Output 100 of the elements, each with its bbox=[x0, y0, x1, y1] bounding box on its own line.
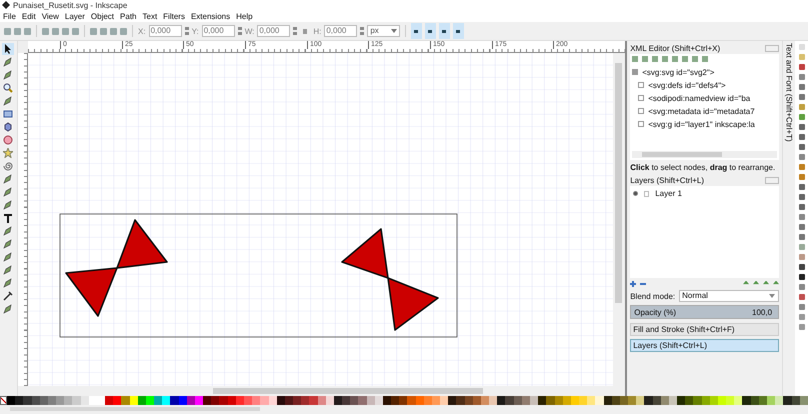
color-swatch[interactable] bbox=[342, 396, 350, 405]
dropper-icon[interactable] bbox=[2, 290, 14, 302]
menu-item[interactable]: Path bbox=[120, 12, 136, 20]
color-swatch[interactable] bbox=[587, 396, 596, 405]
color-swatch[interactable] bbox=[72, 396, 81, 405]
menu-item[interactable]: Help bbox=[236, 12, 253, 20]
snap-toggle-button[interactable] bbox=[452, 23, 464, 39]
panel-close-button[interactable] bbox=[765, 45, 780, 52]
side-tab[interactable]: Text and Font (Shift+Ctrl+T) bbox=[784, 41, 794, 142]
number-field[interactable]: 0,000 bbox=[324, 25, 358, 37]
number-field[interactable]: 0,000 bbox=[257, 25, 290, 37]
color-swatch[interactable] bbox=[219, 396, 228, 405]
color-swatch[interactable] bbox=[505, 396, 514, 405]
color-swatch[interactable] bbox=[7, 396, 16, 405]
color-swatch[interactable] bbox=[448, 396, 456, 405]
dock-tab[interactable]: Fill and Stroke (Shift+Ctrl+F) bbox=[630, 323, 780, 336]
color-swatch[interactable] bbox=[693, 396, 702, 405]
expander-icon[interactable] bbox=[638, 108, 644, 114]
color-swatch[interactable] bbox=[260, 396, 268, 405]
color-swatch[interactable] bbox=[358, 396, 367, 405]
spinner-icon[interactable] bbox=[360, 27, 364, 35]
circle-icon[interactable] bbox=[2, 134, 14, 146]
color-swatch[interactable] bbox=[742, 396, 751, 405]
color-swatch[interactable] bbox=[203, 396, 212, 405]
color-swatch[interactable] bbox=[546, 396, 555, 405]
snap-toggle-button[interactable] bbox=[410, 23, 422, 39]
color-swatch[interactable] bbox=[113, 396, 122, 405]
spiral-icon[interactable] bbox=[2, 160, 14, 172]
dock-tab[interactable]: Layers (Shift+Ctrl+L) bbox=[630, 339, 780, 352]
arrow-icon[interactable] bbox=[2, 43, 14, 55]
xml-node[interactable]: <svg:defs id="defs4"> bbox=[648, 80, 726, 90]
color-swatch[interactable] bbox=[579, 396, 588, 405]
expander-icon[interactable] bbox=[632, 69, 638, 75]
color-swatch[interactable] bbox=[56, 396, 64, 405]
cube-icon[interactable] bbox=[2, 121, 14, 133]
opacity-slider[interactable]: Opacity (%) 100,0 bbox=[630, 305, 780, 319]
number-field[interactable]: 0,000 bbox=[148, 25, 182, 37]
number-field[interactable]: 0,000 bbox=[202, 25, 235, 37]
xml-node[interactable]: <svg:svg id="svg2"> bbox=[642, 68, 714, 76]
color-swatch[interactable] bbox=[399, 396, 408, 405]
color-swatch[interactable] bbox=[677, 396, 686, 405]
snap-toggle-button[interactable] bbox=[438, 23, 450, 39]
xml-node[interactable]: <svg:metadata id="metadata7 bbox=[648, 106, 755, 116]
color-swatch[interactable] bbox=[775, 396, 784, 405]
menu-item[interactable]: Layer bbox=[64, 12, 85, 20]
color-swatch[interactable] bbox=[15, 396, 24, 405]
spinner-icon[interactable] bbox=[184, 27, 189, 35]
color-swatch[interactable] bbox=[105, 396, 114, 405]
unit-dropdown[interactable]: px bbox=[367, 25, 400, 37]
color-swatch[interactable] bbox=[595, 396, 604, 405]
expander-icon[interactable] bbox=[638, 82, 644, 88]
add-icon[interactable] bbox=[630, 280, 636, 286]
spinner-icon[interactable] bbox=[238, 27, 242, 35]
panel-close-button[interactable] bbox=[765, 177, 780, 184]
color-swatch[interactable] bbox=[407, 396, 416, 405]
color-swatch[interactable] bbox=[170, 396, 179, 405]
color-swatch[interactable] bbox=[350, 396, 358, 405]
color-swatch[interactable] bbox=[293, 396, 302, 405]
color-swatch[interactable] bbox=[530, 396, 538, 405]
color-swatch[interactable] bbox=[726, 396, 734, 405]
color-swatch[interactable] bbox=[211, 396, 220, 405]
menu-item[interactable]: Text bbox=[142, 12, 158, 20]
xml-node[interactable]: <sodipodi:namedview id="ba bbox=[648, 94, 750, 102]
expander-icon[interactable] bbox=[638, 121, 644, 127]
color-swatch[interactable] bbox=[628, 396, 636, 405]
xml-node[interactable]: <svg:g id="layer1" inkscape:la bbox=[648, 120, 755, 128]
color-swatch[interactable] bbox=[538, 396, 546, 405]
menu-item[interactable]: Object bbox=[90, 12, 114, 20]
menu-item[interactable]: Filters bbox=[163, 12, 185, 20]
text-tool-icon[interactable] bbox=[2, 212, 14, 224]
menu-item[interactable]: File bbox=[3, 12, 16, 20]
color-swatch[interactable] bbox=[301, 396, 310, 405]
visibility-icon[interactable] bbox=[633, 191, 638, 196]
rectangle-icon[interactable] bbox=[2, 108, 14, 120]
color-swatch[interactable] bbox=[497, 396, 506, 405]
horizontal-scrollbar[interactable] bbox=[632, 151, 778, 158]
snap-toggle-button[interactable] bbox=[424, 23, 436, 39]
color-swatch[interactable] bbox=[121, 396, 130, 405]
color-swatch[interactable] bbox=[636, 396, 644, 405]
color-swatch[interactable] bbox=[154, 396, 162, 405]
color-swatch[interactable] bbox=[23, 396, 32, 405]
color-swatch[interactable] bbox=[783, 396, 792, 405]
layer-name[interactable]: Layer 1 bbox=[655, 189, 682, 198]
color-swatch[interactable] bbox=[644, 396, 653, 405]
color-swatch[interactable] bbox=[685, 396, 694, 405]
no-color-swatch[interactable] bbox=[0, 396, 7, 405]
blend-dropdown[interactable]: Normal bbox=[679, 290, 780, 302]
spinner-icon[interactable] bbox=[293, 27, 298, 35]
color-swatch[interactable] bbox=[489, 396, 498, 405]
menu-item[interactable]: Extensions bbox=[190, 12, 230, 20]
bowtie-shape[interactable] bbox=[341, 228, 439, 331]
color-swatch[interactable] bbox=[456, 396, 465, 405]
color-swatch[interactable] bbox=[162, 396, 170, 405]
color-swatch[interactable] bbox=[734, 396, 742, 405]
color-swatch[interactable] bbox=[64, 396, 72, 405]
color-swatch[interactable] bbox=[309, 396, 318, 405]
bowtie-shape[interactable] bbox=[65, 219, 168, 317]
expander-icon[interactable] bbox=[638, 95, 644, 101]
star-icon[interactable] bbox=[2, 147, 14, 159]
menu-item[interactable]: Edit bbox=[22, 12, 36, 20]
